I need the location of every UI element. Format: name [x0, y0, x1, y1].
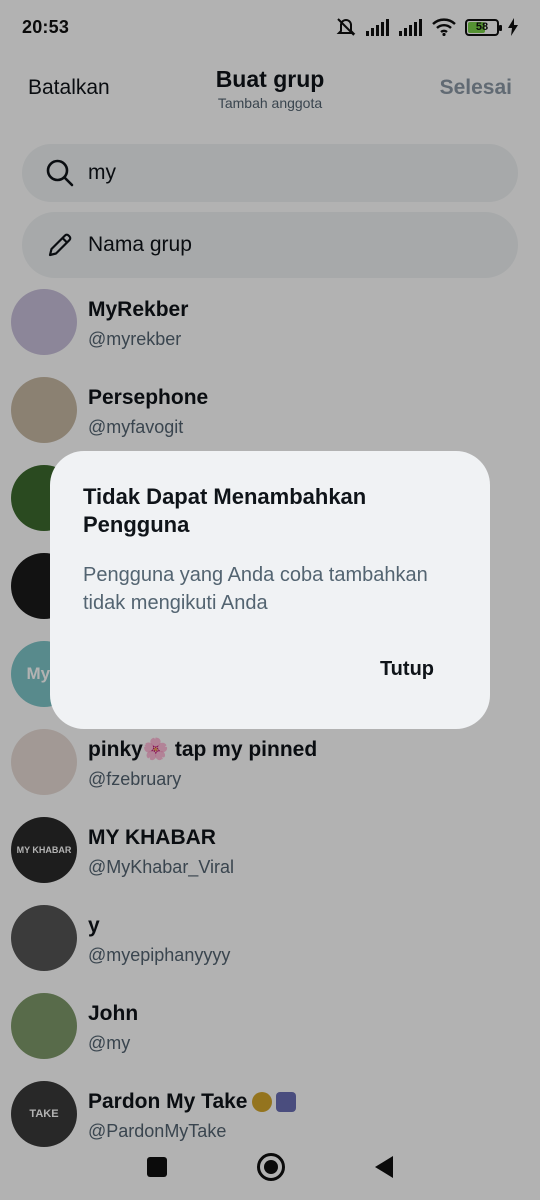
alert-dialog: Tidak Dapat Menambahkan Pengguna Penggun… — [50, 451, 490, 729]
close-button[interactable]: Tutup — [380, 658, 434, 681]
dialog-message: Pengguna yang Anda coba tambahkan tidak … — [83, 564, 428, 614]
dialog-title: Tidak Dapat Menambahkan Pengguna — [83, 484, 367, 537]
